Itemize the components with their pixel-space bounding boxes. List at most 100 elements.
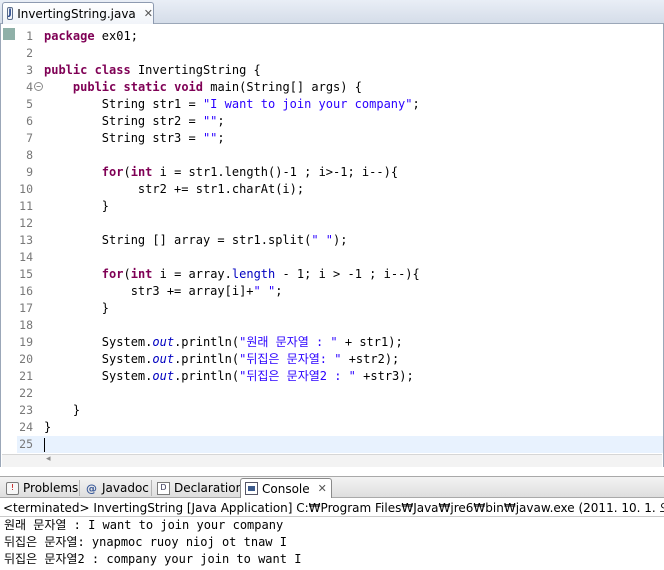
code-token: i = str1.length()-1 ; i>-1; i--){ — [152, 165, 399, 179]
panel-tab-bar: ! Problems @ Javadoc D Declaration Conso… — [0, 476, 664, 498]
code-line[interactable]: 25 — [17, 436, 663, 453]
tab-problems-label: Problems — [23, 481, 79, 495]
fold-collapse-icon[interactable]: − — [34, 82, 43, 91]
tab-console[interactable]: Console ✕ — [240, 478, 332, 498]
code-token: " " — [253, 284, 276, 298]
close-icon[interactable]: ✕ — [318, 482, 327, 495]
code-line[interactable]: 4− public static void main(String[] args… — [17, 79, 663, 96]
console-line: 원래 문자열 : I want to join your company — [4, 518, 284, 532]
code-line[interactable]: 20 System.out.println("뒤집은 문자열: " +str2)… — [17, 351, 663, 368]
code-token: public — [72, 80, 117, 94]
tab-problems[interactable]: ! Problems — [2, 478, 82, 498]
code-line[interactable]: 21 System.out.println("뒤집은 문자열2 : " +str… — [17, 368, 663, 385]
code-line[interactable]: 1 package ex01; — [17, 28, 663, 45]
code-token: String str1 = — [44, 97, 203, 111]
code-text: String str1 = "I want to join your compa… — [44, 96, 420, 113]
code-token: ; — [412, 97, 420, 111]
code-line[interactable]: 13 String [] array = str1.split(" "); — [17, 232, 663, 249]
code-token: } — [44, 420, 52, 434]
line-number: 9 — [26, 165, 33, 179]
code-text: System.out.println("뒤집은 문자열: " +str2); — [44, 351, 399, 368]
code-token: package — [44, 29, 95, 43]
code-line[interactable]: 8 — [17, 147, 663, 164]
code-line[interactable]: 24} — [17, 419, 663, 436]
code-token: "" — [202, 114, 218, 128]
code-line[interactable]: 19 System.out.println("원래 문자열 : " + str1… — [17, 334, 663, 351]
code-text: String [] array = str1.split(" "); — [44, 232, 348, 249]
line-number: 3 — [26, 63, 33, 77]
declaration-icon: D — [157, 481, 170, 495]
code-line[interactable]: 17 } — [17, 300, 663, 317]
code-token: ; — [275, 284, 283, 298]
line-number: 17 — [19, 301, 33, 315]
code-token: class — [94, 63, 131, 77]
line-number: 23 — [19, 403, 33, 417]
code-token: str3 += array[i]+ — [44, 284, 254, 298]
code-token: "뒤집은 문자열2 : " — [239, 369, 356, 383]
console-output[interactable]: 원래 문자열 : I want to join your company 뒤집은… — [0, 517, 664, 570]
code-token: ( — [123, 267, 131, 281]
line-number: 21 — [19, 369, 33, 383]
code-token: InvertingString { — [130, 63, 261, 77]
problems-icon: ! — [6, 481, 19, 495]
code-line[interactable]: 14 — [17, 249, 663, 266]
tab-javadoc[interactable]: @ Javadoc — [81, 478, 153, 498]
line-number: 14 — [19, 250, 33, 264]
line-number: 19 — [19, 335, 33, 349]
code-line[interactable]: 2 — [17, 45, 663, 62]
code-lines[interactable]: 1 package ex01; 2 3 public class InvertingSt… — [17, 28, 663, 453]
line-number: 1 — [26, 29, 33, 43]
horizontal-scrollbar[interactable]: ◂ — [2, 454, 662, 467]
tab-console-label: Console — [262, 481, 310, 496]
line-number: 10 — [19, 182, 33, 196]
code-line[interactable]: 16 str3 += array[i]+" "; — [17, 283, 663, 300]
code-line[interactable]: 18 — [17, 317, 663, 334]
close-icon[interactable]: ✕ — [144, 7, 153, 20]
code-token: str2 += str1.charAt(i); — [44, 182, 305, 196]
code-token: public — [44, 63, 88, 77]
code-token: void — [174, 80, 203, 94]
line-number: 25 — [19, 437, 33, 451]
code-editor[interactable]: 1 package ex01; 2 3 public class InvertingSt… — [0, 24, 664, 467]
console-line: 뒤집은 문자열2 : company your join to want I — [4, 552, 302, 566]
code-token: for — [101, 267, 124, 281]
code-line[interactable]: 9 for(int i = str1.length()-1 ; i>-1; i-… — [17, 164, 663, 181]
code-line[interactable]: 22 — [17, 385, 663, 402]
code-line[interactable]: 12 — [17, 215, 663, 232]
java-file-icon: J — [7, 7, 14, 20]
code-line[interactable]: 23 } — [17, 402, 663, 419]
tab-declaration[interactable]: D Declaration — [153, 478, 247, 498]
code-token: out — [152, 352, 175, 366]
code-token: String str3 = — [44, 131, 203, 145]
scroll-left-icon[interactable]: ◂ — [46, 454, 51, 464]
annotation-marker — [3, 28, 15, 40]
code-text: } — [44, 300, 109, 317]
line-number: 4 — [26, 80, 33, 94]
code-line[interactable]: 11 } — [17, 198, 663, 215]
code-line[interactable]: 6 String str2 = ""; — [17, 113, 663, 130]
code-text: str2 += str1.charAt(i); — [44, 181, 304, 198]
line-number: 20 — [19, 352, 33, 366]
code-token: .println( — [174, 369, 240, 383]
code-text: public static void main(String[] args) { — [44, 79, 362, 96]
line-number: 6 — [26, 114, 33, 128]
code-line[interactable]: 5 String str1 = "I want to join your com… — [17, 96, 663, 113]
code-token: .println( — [174, 335, 240, 349]
line-number: 8 — [26, 148, 33, 162]
code-token: i = array. — [152, 267, 232, 281]
code-line[interactable]: 3 public class InvertingString { — [17, 62, 663, 79]
code-line[interactable]: 15 for(int i = array.length - 1; i > -1 … — [17, 266, 663, 283]
code-line[interactable]: 7 String str3 = ""; — [17, 130, 663, 147]
code-token: "I want to join your company" — [202, 97, 413, 111]
tab-declaration-label: Declaration — [174, 481, 244, 495]
text-cursor — [44, 438, 45, 452]
editor-tab-invertingstring[interactable]: J InvertingString.java ✕ — [2, 2, 154, 24]
code-text: System.out.println("원래 문자열 : " + str1); — [44, 334, 403, 351]
code-token: "뒤집은 문자열: " — [239, 352, 342, 366]
code-line[interactable]: 10 str2 += str1.charAt(i); — [17, 181, 663, 198]
editor-tab-label: InvertingString.java — [17, 6, 136, 21]
code-token: } — [44, 199, 110, 213]
code-token: System. — [44, 335, 153, 349]
